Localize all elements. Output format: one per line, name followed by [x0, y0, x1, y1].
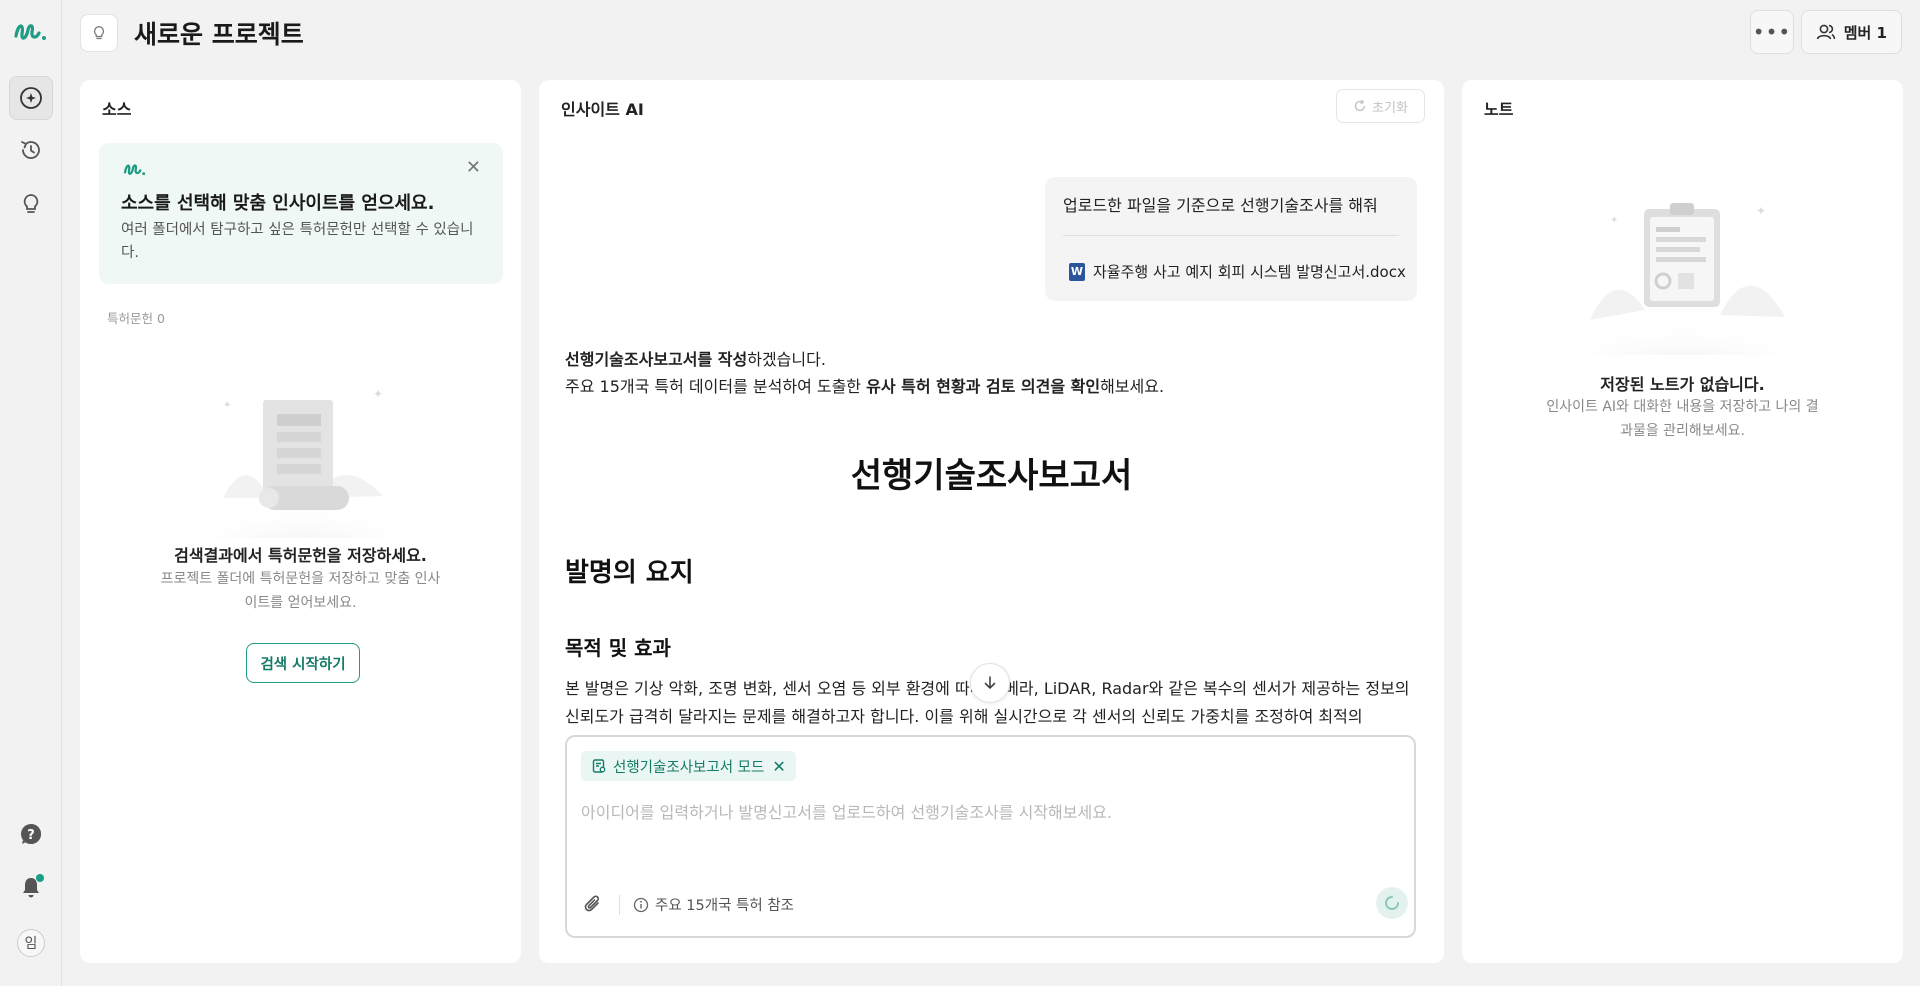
left-rail: ? 임	[0, 0, 62, 986]
project-title[interactable]: 새로운 프로젝트	[134, 15, 304, 51]
note-empty-title: 저장된 노트가 없습니다.	[1600, 375, 1765, 394]
section-heading: 발명의 요지	[565, 558, 694, 588]
divider	[1063, 235, 1399, 236]
paperclip-icon[interactable]	[581, 892, 605, 916]
user-message-text: 업로드한 파일을 기준으로 선행기술조사를 해줘	[1063, 196, 1378, 215]
intro-bold-2: 유사 특허 현황과 검토 의견을 확인	[866, 377, 1101, 397]
history-button[interactable]	[9, 128, 53, 172]
user-message: 업로드한 파일을 기준으로 선행기술조사를 해줘 W 자율주행 사고 예지 회피…	[1045, 177, 1417, 301]
source-empty-description: 프로젝트 폴더에 특허문헌을 저장하고 맞춤 인사이트를 얻어보세요.	[160, 571, 441, 611]
app-logo[interactable]	[12, 16, 50, 46]
insight-panel-title: 인사이트 AI	[561, 100, 644, 119]
note-panel-title: 노트	[1484, 100, 1514, 119]
users-icon	[1816, 24, 1836, 40]
note-empty-description: 인사이트 AI와 대화한 내용을 저장하고 나의 결과물을 관리해보세요.	[1546, 399, 1819, 439]
subsection-heading: 목적 및 효과	[565, 636, 671, 660]
avatar: 임	[17, 929, 45, 957]
notification-badge	[36, 874, 44, 882]
tip-description: 여러 폴더에서 탐구하고 싶은 특허문헌만 선택할 수 있습니다.	[121, 222, 474, 262]
reset-label: 초기화	[1372, 100, 1408, 116]
help-button[interactable]: ?	[9, 812, 53, 856]
new-insight-button[interactable]	[9, 76, 53, 120]
project-icon-button[interactable]	[80, 14, 118, 52]
ideas-button[interactable]	[9, 182, 53, 226]
composer-input[interactable]: 아이디어를 입력하거나 발명신고서를 업로드하여 선행기술조사를 시작해보세요.	[581, 799, 1112, 823]
profile-button[interactable]: 임	[9, 921, 53, 965]
note-panel: 노트 ✦ ✦ 저장된 노트가 없습니다. 인사이트 AI와 대화한 내용을 저장…	[1462, 80, 1903, 963]
intro-text-1: 하겠습니다.	[747, 350, 826, 369]
svg-text:?: ?	[27, 828, 35, 843]
tip-title: 소스를 선택해 맞춤 인사이트를 얻으세요.	[121, 193, 435, 214]
divider	[619, 895, 620, 915]
svg-text:✦: ✦	[373, 387, 383, 401]
info-icon	[633, 897, 649, 912]
source-empty-title: 검색결과에서 특허문헌을 저장하세요.	[174, 546, 427, 565]
report-mode-label: 선행기술조사보고서 모드	[613, 759, 765, 776]
lightbulb-icon	[94, 26, 104, 40]
start-search-button[interactable]: 검색 시작하기	[246, 643, 360, 683]
report-mode-chip[interactable]: 선행기술조사보고서 모드 ✕	[581, 751, 796, 781]
intro-text-2a: 주요 15개국 특허 데이터를 분석하여 도출한	[565, 377, 867, 397]
intro-text-2b: 해보세요.	[1100, 377, 1165, 397]
top-header: 새로운 프로젝트 ••• 멤버 1	[62, 0, 1920, 64]
document-illustration: ✦ ✦	[203, 387, 403, 538]
members-button[interactable]: 멤버 1	[1800, 10, 1902, 54]
close-icon[interactable]: ✕	[466, 159, 481, 177]
insight-panel: 인사이트 AI 초기화 업로드한 파일을 기준으로 선행기술조사를 해줘 W 자…	[539, 80, 1444, 963]
arrow-down-icon	[984, 676, 996, 689]
more-options-button[interactable]: •••	[1750, 10, 1794, 54]
members-label: 멤버 1	[1843, 23, 1887, 42]
svg-text:✦: ✦	[223, 400, 231, 411]
history-icon	[21, 141, 40, 159]
notification-button[interactable]	[9, 865, 53, 909]
attached-file[interactable]: W 자율주행 사고 예지 회피 시스템 발명신고서.docx	[1069, 261, 1406, 282]
attached-file-name: 자율주행 사고 예지 회피 시스템 발명신고서.docx	[1093, 263, 1406, 281]
report-icon	[592, 759, 606, 773]
reference-info: 주요 15개국 특허 참조	[633, 894, 794, 915]
send-button[interactable]	[1376, 887, 1408, 919]
close-icon[interactable]: ✕	[772, 757, 785, 776]
sparkle-plus-icon	[20, 87, 42, 109]
word-file-icon: W	[1069, 262, 1085, 281]
chat-composer: 선행기술조사보고서 모드 ✕ 아이디어를 입력하거나 발명신고서를 업로드하여 …	[565, 735, 1416, 938]
loading-spinner-icon	[1385, 896, 1399, 910]
reset-button[interactable]: 초기화	[1336, 89, 1425, 123]
more-icon: •••	[1752, 20, 1792, 44]
intro-bold-1: 선행기술조사보고서를 작성	[565, 350, 748, 369]
patent-count: 특허문헌 0	[107, 311, 165, 326]
refresh-icon	[1354, 99, 1366, 112]
help-icon: ?	[21, 824, 41, 844]
clipboard-illustration: ✦ ✦	[1575, 203, 1791, 355]
scroll-down-button[interactable]	[970, 663, 1010, 703]
svg-text:✦: ✦	[1610, 215, 1618, 226]
reference-label: 주요 15개국 특허 참조	[655, 898, 794, 914]
svg-text:✦: ✦	[1756, 204, 1766, 218]
source-panel-title: 소스	[102, 100, 132, 119]
ai-intro: 선행기술조사보고서를 작성하겠습니다. 주요 15개국 특허 데이터를 분석하여…	[565, 346, 1164, 400]
source-panel: 소스 ✕ 소스를 선택해 맞춤 인사이트를 얻으세요. 여러 폴더에서 탐구하고…	[80, 80, 521, 963]
report-title: 선행기술조사보고서	[850, 456, 1133, 496]
lightbulb-icon	[23, 194, 39, 213]
app-logo	[123, 164, 146, 176]
source-tip-card: ✕ 소스를 선택해 맞춤 인사이트를 얻으세요. 여러 폴더에서 탐구하고 싶은…	[99, 143, 503, 284]
